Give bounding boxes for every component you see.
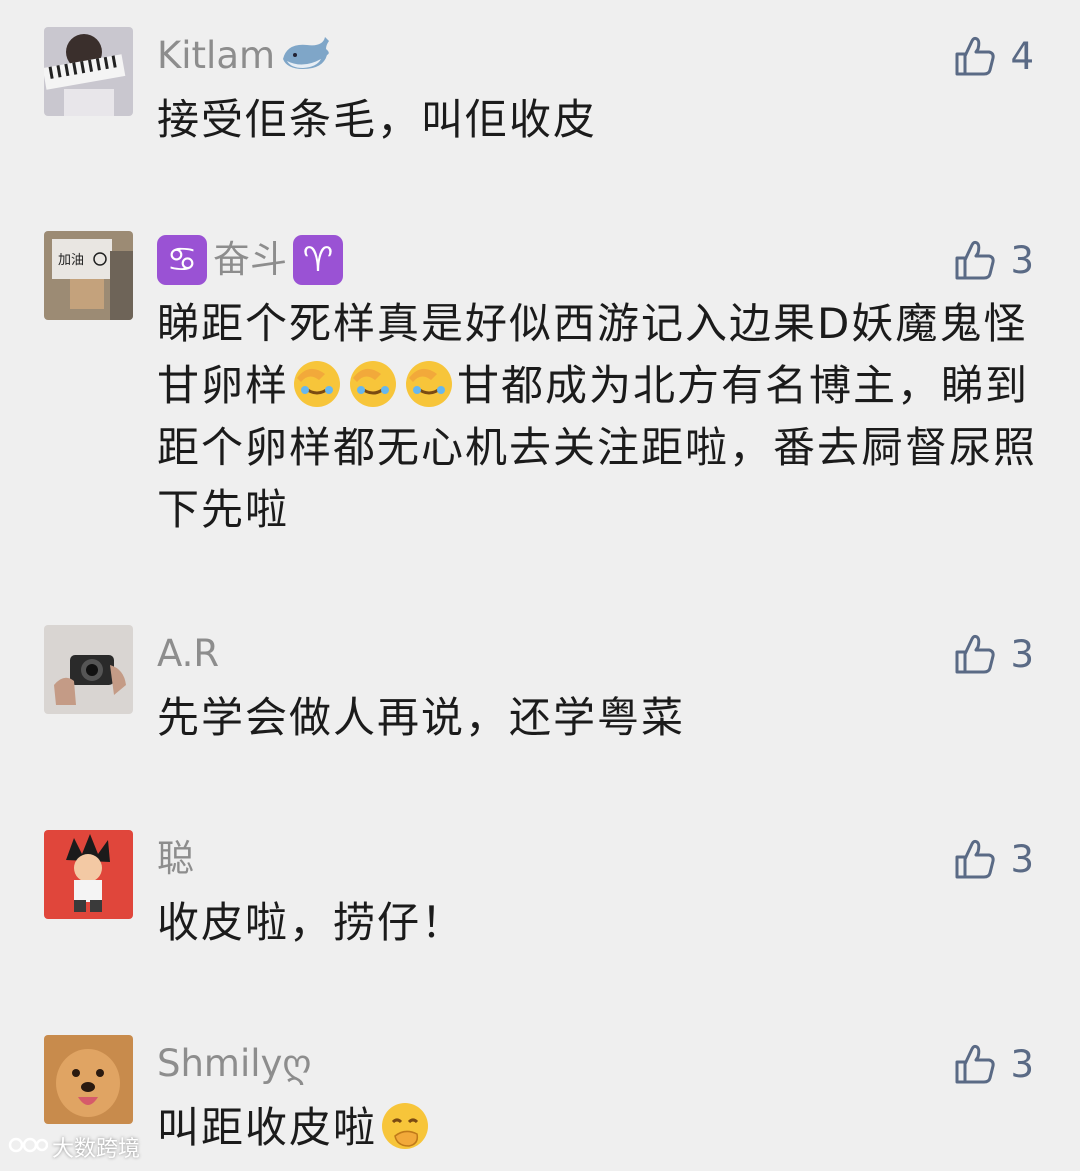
author-name: Kitlam xyxy=(157,34,276,77)
comment-author[interactable]: Shmilyღ xyxy=(157,1039,312,1089)
like-count: 3 xyxy=(1010,238,1034,282)
facepalm-crying-emoji xyxy=(347,358,399,410)
avatar[interactable] xyxy=(44,830,133,919)
thumbs-up-icon xyxy=(954,35,996,77)
comment-text: 睇距个死样真是好似西游记入边果D妖魔鬼怪甘卵样 甘都成为北方有名博主，睇到距个卵样… xyxy=(157,293,1037,541)
like-count: 4 xyxy=(1010,34,1034,78)
svg-text:加油: 加油 xyxy=(58,253,84,268)
author-name: A.R xyxy=(157,632,220,675)
watermark-logo-icon xyxy=(8,1131,49,1163)
avatar[interactable] xyxy=(44,625,133,714)
avatar[interactable] xyxy=(44,1035,133,1124)
avatar[interactable] xyxy=(44,27,133,116)
author-name: 聪 xyxy=(157,837,194,880)
comment-author[interactable]: A.R xyxy=(157,629,219,679)
like-button[interactable]: 3 xyxy=(954,834,1034,884)
like-count: 3 xyxy=(1010,1042,1034,1086)
watermark-text: 大数跨境 xyxy=(52,1137,141,1162)
like-count: 3 xyxy=(1010,632,1034,676)
like-button[interactable]: 3 xyxy=(954,235,1034,285)
comment-text: 收皮啦，捞仔！ xyxy=(157,898,466,947)
comment-text: 先学会做人再说，还学粤菜 xyxy=(157,693,686,742)
facepalm-crying-emoji xyxy=(403,358,455,410)
avatar[interactable]: 加油 xyxy=(44,231,133,320)
whale-icon xyxy=(279,29,331,84)
author-name: Shmilyღ xyxy=(157,1042,312,1085)
comment-author[interactable]: Kitlam xyxy=(157,31,331,81)
author-name: 奋斗 xyxy=(213,238,287,281)
comment-text-body: 叫距收皮啦 xyxy=(157,1103,378,1152)
like-button[interactable]: 3 xyxy=(954,629,1034,679)
like-button[interactable]: 3 xyxy=(954,1039,1034,1089)
watermark: 大数跨境 xyxy=(8,1131,140,1163)
facepalm-crying-emoji xyxy=(291,358,343,410)
cancer-zodiac-icon: ♋ xyxy=(157,235,207,285)
comment-text: 叫距收皮啦 xyxy=(157,1097,1037,1159)
like-button[interactable]: 4 xyxy=(954,31,1034,81)
like-count: 3 xyxy=(1010,837,1034,881)
comment-author[interactable]: ♋ 奋斗 ♈ xyxy=(157,235,343,285)
comment-text: 接受佢条毛，叫佢收皮 xyxy=(157,95,598,144)
thumbs-up-icon xyxy=(954,838,996,880)
thumbs-up-icon xyxy=(954,633,996,675)
thumbs-up-icon xyxy=(954,1043,996,1085)
hand-over-mouth-emoji xyxy=(379,1100,431,1152)
thumbs-up-icon xyxy=(954,239,996,281)
aries-zodiac-icon: ♈ xyxy=(293,235,343,285)
comment-author[interactable]: 聪 xyxy=(157,834,194,884)
